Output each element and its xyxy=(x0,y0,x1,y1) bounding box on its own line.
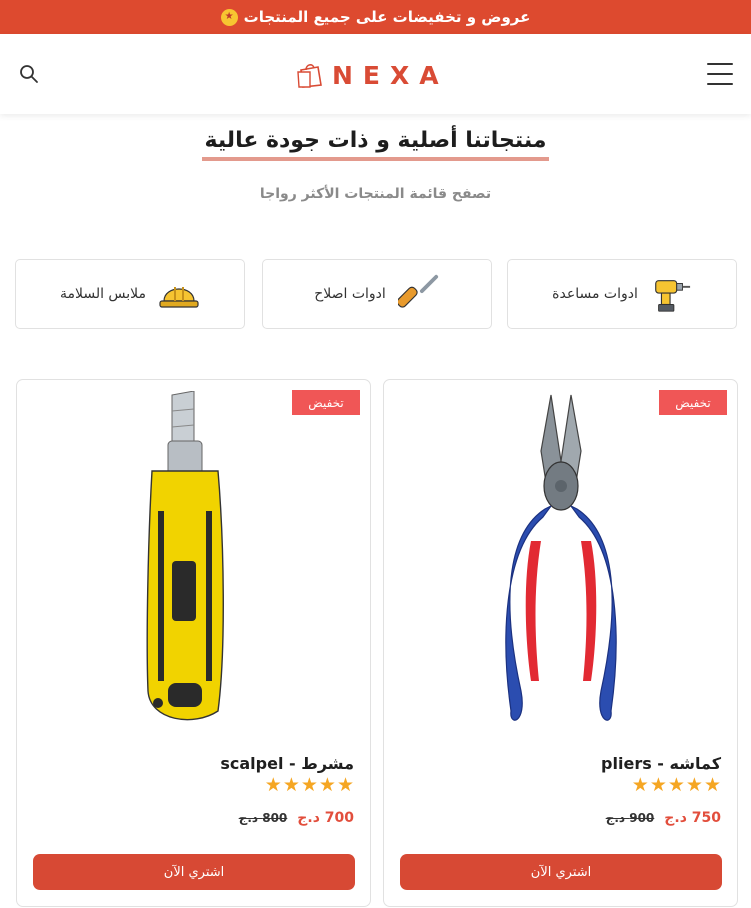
category-safety-clothing[interactable]: ملابس السلامة xyxy=(15,259,245,329)
price-row: 750 د.ج 900 د.ج xyxy=(606,810,721,826)
hard-hat-icon xyxy=(158,273,200,315)
category-label: ملابس السلامة xyxy=(59,286,147,302)
star-icon: ★ xyxy=(703,774,721,796)
shopping-bag-logo-icon xyxy=(297,64,322,88)
search-icon[interactable] xyxy=(19,64,39,84)
section-heading: منتجاتنا أصلية و ذات جودة عالية xyxy=(0,128,751,161)
star-icon: ★ xyxy=(264,774,282,796)
star-icon: ★ xyxy=(282,774,300,796)
star-icon: ★ xyxy=(300,774,318,796)
product-name[interactable]: كماشه - pliers xyxy=(601,754,721,773)
star-rating: ★ ★ ★ ★ ★ xyxy=(265,775,354,795)
price-current: 700 د.ج xyxy=(297,810,354,826)
product-card-scalpel[interactable]: تخفيض مشرط - scalpel ★ ★ ★ ★ ★ 700 د.ج 800 د… xyxy=(16,379,371,907)
price-original: 900 د.ج xyxy=(605,811,655,825)
product-card-pliers[interactable]: تخفيض كماشه - pliers ★ ★ ★ ★ ★ 750 د.ج 900 د… xyxy=(383,379,738,907)
section-subtitle: تصفح قائمة المنتجات الأكثر رواجا xyxy=(259,186,492,202)
buy-now-button[interactable]: اشتري الآن xyxy=(400,854,722,890)
star-icon: ★ xyxy=(336,774,354,796)
price-current: 750 د.ج xyxy=(664,810,721,826)
star-struck-emoji-icon: ★ xyxy=(220,8,238,26)
pliers-icon xyxy=(384,386,737,736)
star-icon: ★ xyxy=(631,774,649,796)
category-label: ادوات مساعدة xyxy=(552,286,638,302)
buy-now-button[interactable]: اشتري الآن xyxy=(33,854,355,890)
sale-badge: تخفيض xyxy=(659,390,727,415)
logo-text: NEXA xyxy=(332,60,449,90)
category-label: ادوات اصلاح xyxy=(314,286,386,302)
site-logo[interactable]: NEXA xyxy=(296,58,449,92)
power-drill-icon xyxy=(650,273,692,315)
category-assist-tools[interactable]: ادوات مساعدة xyxy=(507,259,737,329)
page-title: منتجاتنا أصلية و ذات جودة عالية xyxy=(202,128,549,161)
price-original: 800 د.ج xyxy=(238,811,288,825)
star-icon: ★ xyxy=(649,774,667,796)
star-rating: ★ ★ ★ ★ ★ xyxy=(632,775,721,795)
promo-text: عروض و تخفيضات على جميع المنتجات xyxy=(243,8,531,26)
star-icon: ★ xyxy=(318,774,336,796)
price-row: 700 د.ج 800 د.ج xyxy=(239,810,354,826)
sale-badge: تخفيض xyxy=(292,390,360,415)
site-header: NEXA xyxy=(0,34,751,114)
utility-knife-icon xyxy=(17,386,370,736)
promo-bar: عروض و تخفيضات على جميع المنتجات ★ xyxy=(0,0,751,34)
screwdriver-icon xyxy=(397,273,440,315)
star-icon: ★ xyxy=(667,774,685,796)
product-name[interactable]: مشرط - scalpel xyxy=(220,754,354,773)
category-repair-tools[interactable]: ادوات اصلاح xyxy=(262,259,492,329)
star-icon: ★ xyxy=(685,774,703,796)
hamburger-menu-icon[interactable] xyxy=(707,63,733,85)
